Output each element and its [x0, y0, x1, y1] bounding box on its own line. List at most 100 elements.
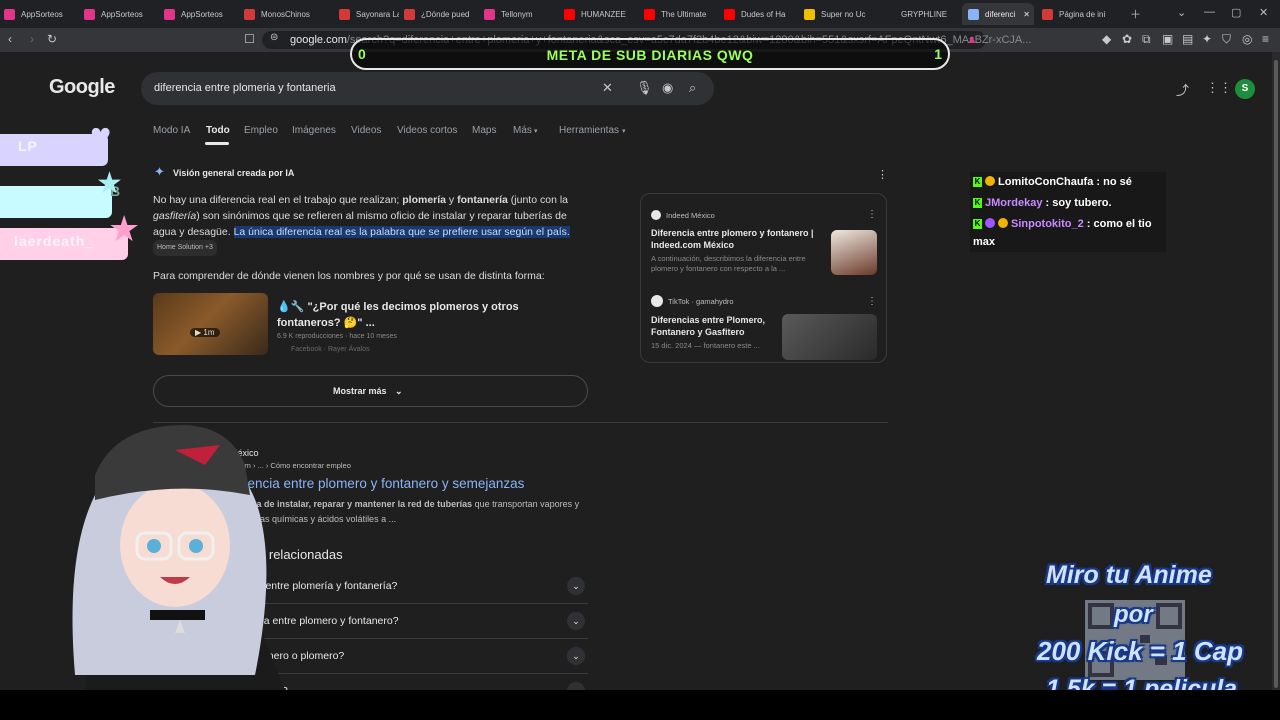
- favicon-icon: [644, 8, 655, 20]
- chat-username: JMordekay: [985, 197, 1043, 209]
- chat-message: K JMordekay : soy tubero.: [973, 197, 1112, 209]
- new-tab-icon[interactable]: ＋: [1130, 6, 1141, 22]
- chevron-down-icon: ⌄: [395, 386, 403, 396]
- browser-tab[interactable]: AppSorteos: [164, 3, 240, 25]
- video-title[interactable]: 💧🔧 "¿Por qué les decimos plomeros y otro…: [277, 299, 577, 331]
- back-icon[interactable]: ‹: [8, 32, 12, 46]
- browser-tab[interactable]: AppSorteos: [4, 3, 80, 25]
- source-chip[interactable]: Home Solution +3: [153, 240, 217, 257]
- chat-text: no sé: [1103, 176, 1132, 188]
- clear-icon[interactable]: ✕: [602, 80, 613, 96]
- source-title[interactable]: Diferencias entre Plomero, Fontanero y G…: [651, 314, 776, 338]
- vpn-icon[interactable]: ✦: [1202, 32, 1212, 46]
- source-desc: A continuación, describimos la diferenci…: [651, 254, 806, 273]
- site-info-icon[interactable]: ⊜: [270, 32, 278, 43]
- source-title[interactable]: Diferencia entre plomero y fontanero | I…: [651, 227, 821, 251]
- browser-tab[interactable]: Sayonara La: [339, 3, 399, 25]
- source-site: Indeed México: [666, 211, 715, 220]
- browser-tab[interactable]: diferenci ✕: [962, 3, 1034, 25]
- tab-nav[interactable]: Más: [513, 125, 532, 136]
- tab-label: The Ultimate: [661, 9, 707, 19]
- share-icon[interactable]: ⤴: [1176, 80, 1189, 99]
- heart-icon: ♥: [90, 115, 112, 156]
- close-tab-icon[interactable]: ✕: [1023, 10, 1030, 19]
- search-input[interactable]: diferencia entre plomeria y fontaneria: [154, 82, 336, 94]
- favicon-icon: [244, 8, 255, 20]
- chevron-down-icon[interactable]: ⌄: [567, 577, 585, 595]
- browser-tab[interactable]: Página de ini: [1042, 3, 1112, 25]
- extension-icon-1[interactable]: ◆: [1102, 32, 1111, 46]
- tab-label: Tellonym: [501, 9, 533, 19]
- menu-icon[interactable]: ≡: [1262, 32, 1269, 46]
- microphone-icon[interactable]: 🎙: [636, 80, 653, 96]
- tiktok-icon: [651, 295, 663, 307]
- tab-nav[interactable]: Modo IA: [153, 125, 190, 136]
- tab-label: MonosChinos: [261, 9, 310, 19]
- minimize-icon[interactable]: —: [1204, 6, 1215, 18]
- leo-icon[interactable]: ◎: [1242, 32, 1252, 46]
- tab-label: AppSorteos: [101, 9, 143, 19]
- source-thumbnail[interactable]: [782, 314, 877, 360]
- promo-line: por: [1114, 601, 1153, 628]
- more-options-icon[interactable]: ⋮: [877, 168, 888, 181]
- extension-icon-2[interactable]: ✿: [1122, 32, 1132, 46]
- browser-tab[interactable]: GRYPHLINE: [884, 3, 958, 25]
- tab-label: diferenci: [985, 9, 1016, 19]
- favicon-icon: [4, 8, 15, 20]
- tab-nav[interactable]: Videos cortos: [397, 125, 457, 136]
- sidebar-icon[interactable]: ▣: [1162, 32, 1173, 46]
- apps-icon[interactable]: ⋮⋮: [1206, 80, 1232, 96]
- browser-tab[interactable]: HUMANZEE: [564, 3, 640, 25]
- browser-tab[interactable]: Dudes of Ha: [724, 3, 800, 25]
- forward-icon[interactable]: ›: [30, 32, 34, 46]
- sub-goal-label: META DE SUB DIARIAS QWQ: [546, 47, 754, 63]
- browser-tab[interactable]: The Ultimate: [644, 3, 720, 25]
- browser-tab[interactable]: MonosChinos: [244, 3, 334, 25]
- browser-tab[interactable]: ¿Dónde pued: [404, 3, 480, 25]
- chevron-down-icon[interactable]: ⌄: [567, 647, 585, 665]
- tab-nav[interactable]: Imágenes: [292, 125, 336, 136]
- browser-tab[interactable]: AppSorteos: [84, 3, 160, 25]
- reload-icon[interactable]: ↻: [47, 32, 57, 46]
- chat-username: LomitoConChaufa: [998, 176, 1094, 188]
- favicon-icon: [968, 8, 979, 20]
- video-meta: 6.9 K reproducciones · hace 10 meses: [277, 333, 397, 340]
- tab-nav[interactable]: Videos: [351, 125, 381, 136]
- favicon-icon: [84, 8, 95, 20]
- brave-rewards-icon[interactable]: ▲: [966, 32, 978, 46]
- google-logo[interactable]: Google: [49, 76, 115, 99]
- favicon-icon: [164, 8, 175, 20]
- ai-overview-paragraph-2: Para comprender de dónde vienen los nomb…: [153, 270, 545, 282]
- lens-icon[interactable]: ◉: [662, 80, 673, 96]
- source-desc: 15 dic. 2024 — fontanero este ...: [651, 341, 760, 350]
- chevron-down-icon[interactable]: ⌄: [567, 612, 585, 630]
- close-window-icon[interactable]: ✕: [1259, 6, 1268, 19]
- ai-highlight: La única diferencia real es la palabra q…: [233, 226, 567, 238]
- bookmark-icon[interactable]: ☐: [244, 32, 255, 46]
- overlay-tag-label: LP: [18, 138, 38, 154]
- more-options-icon[interactable]: ⋮: [867, 209, 877, 220]
- tab-label: Super no Uc: [821, 9, 866, 19]
- source-thumbnail[interactable]: [831, 230, 877, 275]
- wallet-icon[interactable]: ▤: [1182, 32, 1193, 46]
- play-icon[interactable]: ▶ 1m: [190, 328, 220, 337]
- favicon-icon: [1042, 8, 1053, 20]
- browser-tab[interactable]: Super no Uc: [804, 3, 880, 25]
- avatar[interactable]: S: [1235, 79, 1255, 99]
- video-thumbnail[interactable]: [153, 293, 268, 355]
- shield-icon[interactable]: ⛉: [1222, 32, 1231, 47]
- browser-tab[interactable]: Tellonym: [484, 3, 560, 25]
- chat-message: K Sinpotokito_2 : como el tio max: [973, 218, 1152, 248]
- scrollbar-thumb[interactable]: [1274, 60, 1278, 688]
- search-icon[interactable]: ⌕: [689, 80, 696, 96]
- tab-nav[interactable]: Maps: [472, 125, 496, 136]
- tab-all[interactable]: Todo: [206, 125, 230, 136]
- more-options-icon[interactable]: ⋮: [867, 296, 877, 307]
- tab-search-icon[interactable]: ⌄: [1177, 6, 1186, 19]
- url-domain: google.com: [290, 34, 347, 46]
- tab-nav[interactable]: Herramientas: [559, 125, 619, 136]
- restore-icon[interactable]: ▢: [1231, 6, 1241, 19]
- tab-label: Página de ini: [1059, 9, 1106, 19]
- tab-nav[interactable]: Empleo: [244, 125, 278, 136]
- extensions-icon[interactable]: ⧉: [1142, 32, 1151, 47]
